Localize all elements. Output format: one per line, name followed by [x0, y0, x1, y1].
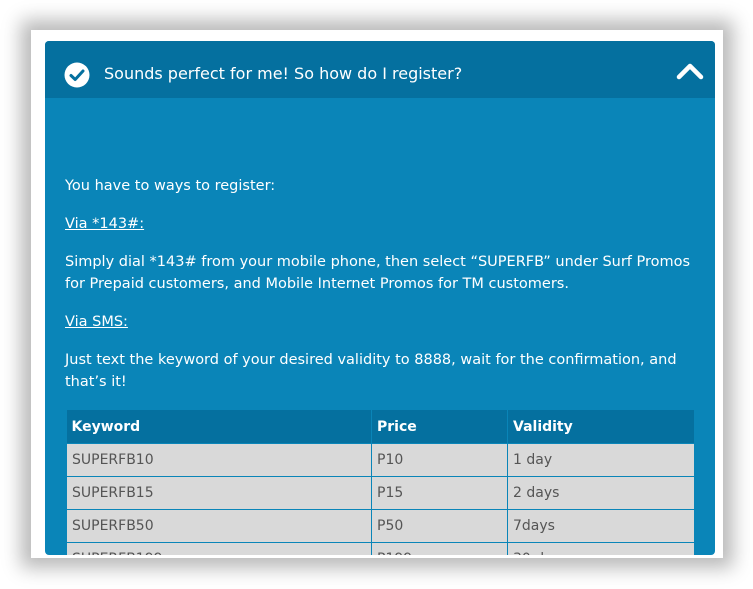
chevron-up-icon[interactable] [676, 61, 704, 81]
price-cell: P15 [371, 476, 508, 510]
keyword-cell: SUPERFB15 [66, 476, 372, 510]
via-sms-link[interactable]: Via SMS: [65, 314, 128, 330]
validity-cell: 2 days [507, 476, 695, 510]
keyword-cell: SUPERFB50 [66, 509, 372, 543]
validity-cell: 1 day [507, 443, 695, 477]
check-circle-icon [64, 62, 90, 88]
price-cell: P199 [371, 542, 508, 555]
faq-accordion-card: Sounds perfect for me! So how do I regis… [45, 41, 715, 555]
table-row: SUPERFB50 P50 7days [66, 509, 695, 543]
table-row: SUPERFB15 P15 2 days [66, 476, 695, 510]
price-cell: P10 [371, 443, 508, 477]
column-header-keyword: Keyword [66, 410, 372, 444]
via-ussd-heading: Via *143#: [65, 213, 697, 235]
table-row: SUPERFB199 P199 30 days [66, 542, 695, 555]
table-header-row: Keyword Price Validity [66, 410, 695, 444]
accordion-header[interactable]: Sounds perfect for me! So how do I regis… [45, 41, 715, 98]
price-cell: P50 [371, 509, 508, 543]
intro-text: You have to ways to register: [65, 178, 276, 194]
via-sms-heading: Via SMS: [65, 311, 697, 333]
via-sms-text: Just text the keyword of your desired va… [65, 352, 677, 390]
keyword-table: Keyword Price Validity SUPERFB10 P10 1 d… [66, 410, 695, 555]
via-ussd-link[interactable]: Via *143#: [65, 216, 144, 232]
column-header-validity: Validity [507, 410, 695, 444]
via-ussd-text: Simply dial *143# from your mobile phone… [65, 254, 691, 292]
validity-cell: 30 days [507, 542, 695, 555]
table-row: SUPERFB10 P10 1 day [66, 443, 695, 477]
column-header-price: Price [371, 410, 508, 444]
accordion-title: Sounds perfect for me! So how do I regis… [104, 64, 463, 83]
validity-cell: 7days [507, 509, 695, 543]
keyword-cell: SUPERFB10 [66, 443, 372, 477]
keyword-cell: SUPERFB199 [66, 542, 372, 555]
